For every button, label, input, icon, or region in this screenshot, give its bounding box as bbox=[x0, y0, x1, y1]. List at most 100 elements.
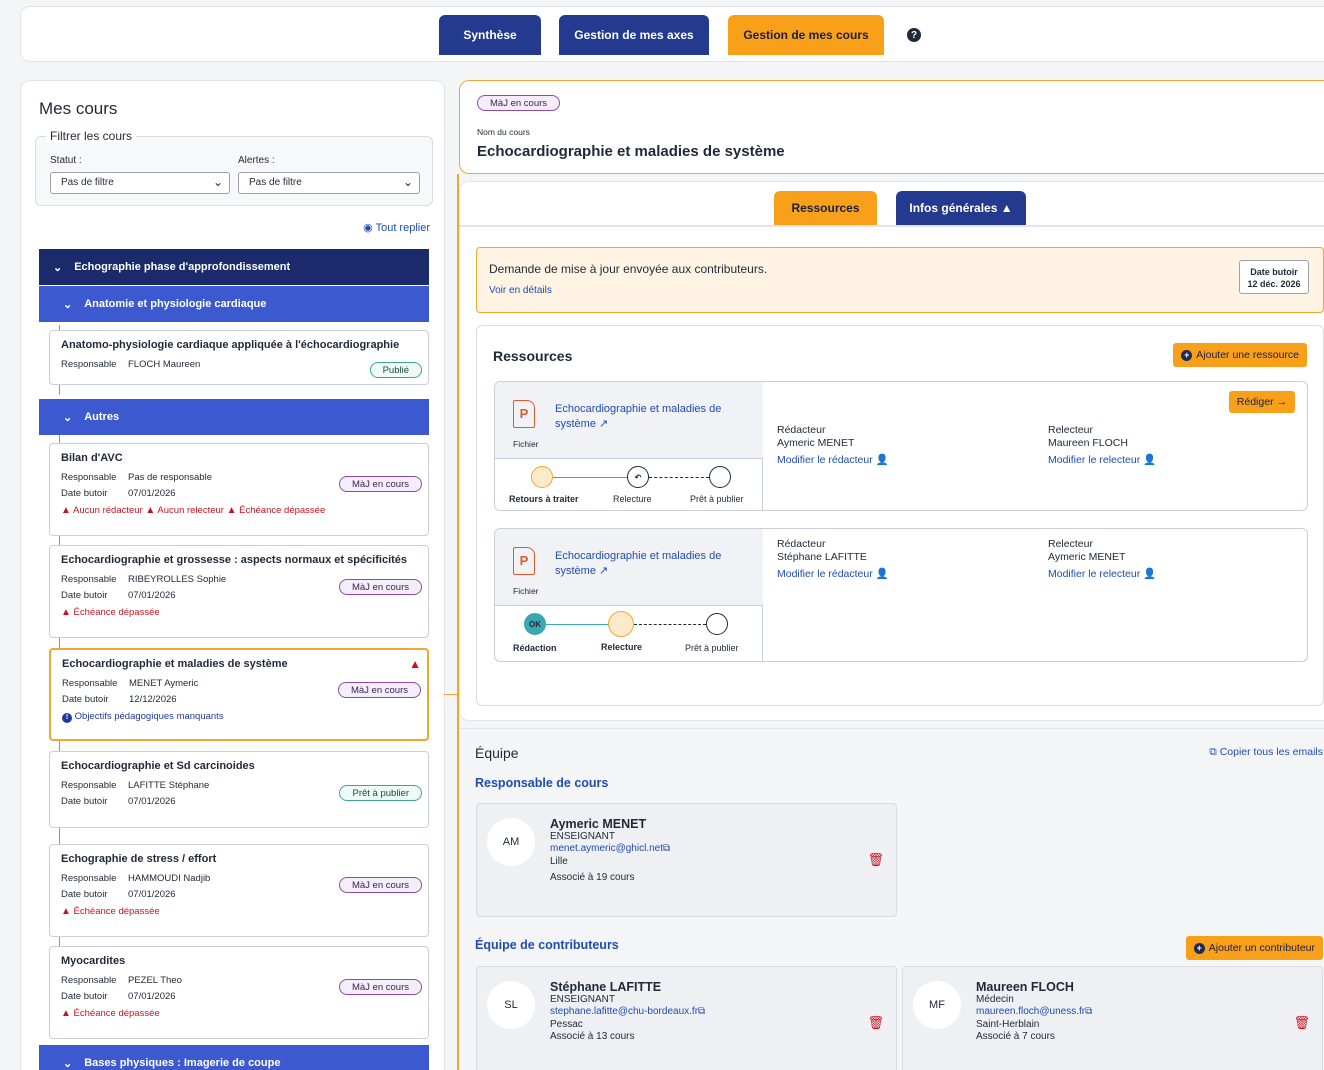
step-line bbox=[553, 477, 627, 478]
statut-select[interactable]: Pas de filtre ⌄ bbox=[50, 172, 230, 194]
date-value: 07/01/2026 bbox=[128, 796, 176, 807]
course-card[interactable]: Anatomo-physiologie cardiaque appliquée … bbox=[49, 330, 429, 385]
course-header: MàJ en cours Nom du cours Echocardiograp… bbox=[459, 80, 1324, 174]
status-badge: MàJ en cours bbox=[338, 579, 422, 595]
rediger-button[interactable]: Rédiger → bbox=[1228, 391, 1295, 413]
subgroup-header[interactable]: ⌄ Anatomie et physiologie cardiaque bbox=[39, 286, 429, 322]
modify-relecteur-link[interactable]: Modifier le relecteur 👤 bbox=[1048, 454, 1156, 467]
person-role: Médecin bbox=[976, 993, 1014, 1005]
add-resource-button[interactable]: + Ajouter une ressource bbox=[1173, 343, 1307, 367]
resource-file: P Fichier Echocardiographie et maladies … bbox=[495, 529, 763, 606]
relecteur-name: Maureen FLOCH bbox=[1048, 437, 1128, 449]
course-title: Echographie de stress / effort bbox=[61, 853, 217, 865]
resource-link[interactable]: Echocardiographie et maladies de système… bbox=[555, 549, 745, 579]
tab-gestion-axes[interactable]: Gestion de mes axes bbox=[559, 15, 709, 55]
trash-icon[interactable]: 🗑 bbox=[1293, 1015, 1310, 1031]
modify-relecteur-link[interactable]: Modifier le relecteur 👤 bbox=[1048, 568, 1156, 581]
copy-emails-link[interactable]: ⧉ Copier tous les emails bbox=[1209, 746, 1323, 759]
step-ok: OK bbox=[524, 613, 546, 635]
step-line bbox=[649, 477, 709, 478]
redacteur-label: Rédacteur bbox=[777, 538, 826, 550]
collapse-all-link[interactable]: ◉ Tout replier bbox=[363, 221, 430, 234]
pdf-file-icon: P bbox=[513, 547, 535, 575]
chevron-down-icon: ⌄ bbox=[63, 411, 73, 424]
resp-label: Responsable bbox=[62, 678, 118, 689]
plus-icon: + bbox=[1181, 349, 1193, 361]
alert-row: ▲ Échéance dépassée bbox=[61, 1008, 417, 1019]
tab-ressources[interactable]: Ressources bbox=[774, 191, 877, 225]
statut-label: Statut : bbox=[50, 155, 82, 166]
course-name-label: Nom du cours bbox=[477, 127, 530, 137]
copy-icon[interactable]: ⧉ bbox=[663, 843, 670, 854]
tab-divider bbox=[460, 225, 1324, 227]
step-label: Prêt à publier bbox=[690, 494, 744, 504]
trash-icon[interactable]: 🗑 bbox=[867, 1015, 884, 1031]
info-row: ! Objectifs pédagogiques manquants bbox=[62, 711, 416, 723]
course-card[interactable]: Bilan d'AVC Responsable Pas de responsabl… bbox=[49, 443, 429, 536]
course-card-selected[interactable]: Echocardiographie et maladies de système… bbox=[49, 648, 429, 741]
tab-infos-generales[interactable]: Infos générales ▲ bbox=[896, 191, 1026, 225]
info-text: Objectifs pédagogiques manquants bbox=[74, 711, 224, 722]
redacteur-label: Rédacteur bbox=[777, 424, 826, 436]
details-link[interactable]: Voir en détails bbox=[489, 285, 552, 296]
course-title: Bilan d'AVC bbox=[61, 452, 123, 464]
add-contributor-button[interactable]: + Ajouter un contributeur bbox=[1185, 936, 1323, 960]
copy-icon[interactable]: ⧉ bbox=[698, 1006, 705, 1017]
group-label: Echographie phase d'approfondissement bbox=[74, 261, 291, 273]
person-email[interactable]: maureen.floch@uness.fr⧉ bbox=[976, 1006, 1092, 1019]
date-value: 12/12/2026 bbox=[129, 694, 177, 705]
resource-link[interactable]: Echocardiographie et maladies de système… bbox=[555, 402, 745, 432]
status-badge: MàJ en cours bbox=[477, 95, 561, 111]
group-header[interactable]: ⌄ Echographie phase d'approfondissement bbox=[39, 249, 429, 285]
status-badge: MàJ en cours bbox=[337, 682, 421, 698]
relecteur-block: Relecteur Maureen FLOCH Modifier le rele… bbox=[1048, 424, 1156, 467]
help-icon[interactable]: ? bbox=[907, 28, 921, 42]
status-badge: Prêt à publier bbox=[339, 785, 422, 801]
tab-gestion-cours[interactable]: Gestion de mes cours bbox=[728, 15, 884, 55]
resource-file: P Fichier Echocardiographie et maladies … bbox=[495, 382, 763, 459]
group-label: Bases physiques : Imagerie de coupe bbox=[84, 1057, 281, 1069]
person-role: ENSEIGNANT bbox=[550, 993, 616, 1005]
person-info: Aymeric MENET ENSEIGNANT menet.aymeric@g… bbox=[550, 818, 670, 885]
file-type: Fichier bbox=[513, 439, 539, 449]
step-label: Relecture bbox=[601, 642, 643, 652]
copy-icon[interactable]: ⧉ bbox=[1085, 1006, 1092, 1017]
course-card[interactable]: Echocardiographie et Sd carcinoides Resp… bbox=[49, 751, 429, 828]
tab-synthese[interactable]: Synthèse bbox=[439, 15, 541, 55]
warning-icon: ▲ bbox=[409, 657, 421, 671]
chevron-down-icon: ⌄ bbox=[53, 261, 63, 274]
alertes-select[interactable]: Pas de filtre ⌄ bbox=[238, 172, 420, 194]
person-name: Maureen FLOCH bbox=[976, 980, 1074, 994]
course-card[interactable]: Myocardites Responsable PEZEL Theo Date b… bbox=[49, 946, 429, 1039]
subgroup-header[interactable]: ⌄ Autres bbox=[39, 399, 429, 435]
date-label: Date butoir bbox=[61, 796, 108, 807]
resource-title: Echocardiographie et maladies de système bbox=[555, 403, 722, 430]
relecteur-name: Aymeric MENET bbox=[1048, 551, 1126, 563]
trash-icon[interactable]: 🗑 bbox=[867, 852, 884, 868]
person-email[interactable]: menet.aymeric@ghicl.net⧉ bbox=[550, 843, 670, 856]
relecteur-label: Relecteur bbox=[1048, 538, 1093, 550]
copy-icon: ⧉ bbox=[1209, 746, 1217, 758]
chevron-down-icon: ⌄ bbox=[212, 175, 223, 189]
collapse-all-label: Tout replier bbox=[375, 222, 430, 234]
modify-redacteur-link[interactable]: Modifier le rédacteur 👤 bbox=[777, 454, 889, 467]
person-email[interactable]: stephane.lafitte@chu-bordeaux.fr⧉ bbox=[550, 1006, 705, 1019]
redacteur-block: Rédacteur Stéphane LAFITTE Modifier le r… bbox=[777, 538, 889, 581]
person-city: Pessac bbox=[550, 1018, 583, 1030]
course-title: Echocardiographie et maladies de système bbox=[62, 658, 288, 670]
modify-redacteur-link[interactable]: Modifier le rédacteur 👤 bbox=[777, 568, 889, 581]
subgroup-header[interactable]: ⌄ Bases physiques : Imagerie de coupe bbox=[39, 1045, 429, 1070]
resp-label: Responsable bbox=[61, 472, 117, 483]
contrib-title: Équipe de contributeurs bbox=[475, 938, 619, 952]
redacteur-name: Stéphane LAFITTE bbox=[777, 551, 867, 563]
redacteur-name: Aymeric MENET bbox=[777, 437, 855, 449]
filter-legend: Filtrer les cours bbox=[46, 129, 137, 143]
avatar: MF bbox=[913, 981, 961, 1029]
course-card[interactable]: Echocardiographie et grossesse : aspects… bbox=[49, 545, 429, 638]
redacteur-block: Rédacteur Aymeric MENET Modifier le réda… bbox=[777, 424, 889, 467]
alert-text: Aucun rédacteur bbox=[73, 505, 143, 516]
person-city: Saint-Herblain bbox=[976, 1018, 1040, 1030]
chevron-down-icon: ⌄ bbox=[63, 298, 73, 311]
person-city: Lille bbox=[550, 855, 568, 867]
course-card[interactable]: Echographie de stress / effort Responsab… bbox=[49, 844, 429, 937]
